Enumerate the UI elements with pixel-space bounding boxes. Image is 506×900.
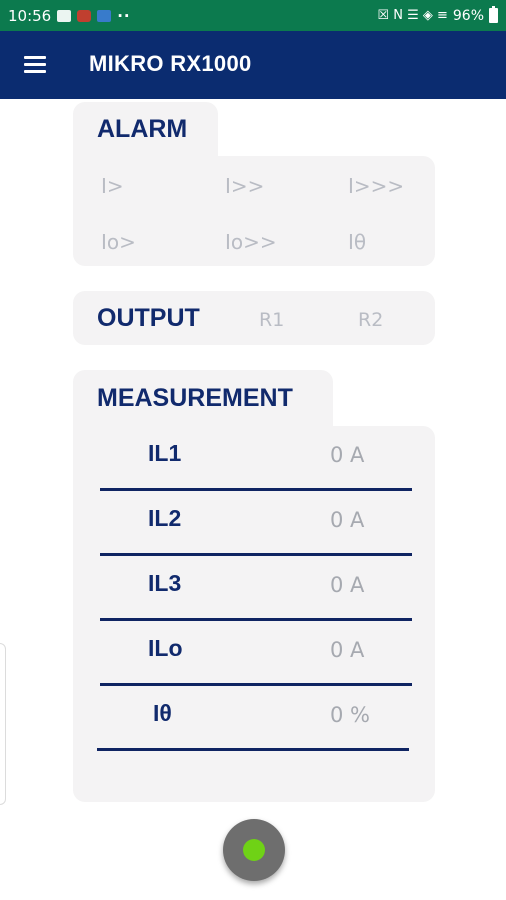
measurement-name: IL2: [148, 505, 182, 531]
status-bar: 10:56 ·· ☒ N ☰ ◈ ≡ 96%: [0, 0, 506, 31]
connection-status-dot-icon: [243, 839, 265, 861]
camera-notification-icon: [77, 9, 92, 22]
measurement-value: 0 A: [330, 638, 365, 662]
measurement-value: 0 A: [330, 573, 365, 597]
app-title: MIKRO RX1000: [89, 51, 252, 76]
measurement-value: 0 A: [330, 443, 365, 467]
measurement-section-title: MEASUREMENT: [73, 370, 333, 426]
measurement-name: IL1: [148, 440, 182, 466]
measurement-row-ilo: ILo 0 A: [73, 621, 435, 686]
battery-icon: [489, 6, 498, 23]
measurement-value: 0 A: [330, 508, 365, 532]
status-time: 10:56: [8, 6, 52, 25]
measurement-title-text: MEASUREMENT: [97, 383, 293, 412]
output-card: OUTPUT R1 R2: [73, 291, 435, 345]
system-status-icons: ☒ N ☰ ◈ ≡: [377, 8, 448, 23]
measurement-name: ILo: [148, 635, 183, 661]
measurement-card: IL1 0 A IL2 0 A IL3 0 A ILo 0 A Iθ 0 %: [73, 426, 435, 802]
alarm-overcurrent-stage3: I>>>: [348, 174, 405, 198]
measurement-row-il3: IL3 0 A: [73, 556, 435, 621]
connection-status-button[interactable]: [223, 819, 285, 881]
battery-percent: 96%: [452, 7, 484, 24]
more-notifications-icon: ··: [117, 6, 131, 25]
measurement-row-il2: IL2 0 A: [73, 491, 435, 556]
measurement-row-itheta: Iθ 0 %: [73, 686, 435, 751]
relay-r1: R1: [259, 309, 285, 331]
alarm-section-title: ALARM: [73, 102, 218, 156]
measurement-name: IL3: [148, 570, 182, 596]
alarm-card: I> I>> I>>> Io> Io>> Iθ: [73, 156, 435, 266]
drawer-edge-handle[interactable]: [0, 643, 6, 805]
alarm-earth-fault-stage2: Io>>: [225, 230, 277, 254]
app-bar: MIKRO RX1000: [0, 31, 506, 99]
hamburger-menu-icon[interactable]: [24, 56, 46, 73]
alarm-overcurrent-stage1: I>: [101, 174, 124, 198]
row-divider: [97, 748, 409, 751]
alarm-earth-fault-stage1: Io>: [101, 230, 136, 254]
alarm-overcurrent-stage2: I>>: [225, 174, 265, 198]
gallery-notification-icon: [57, 9, 72, 22]
output-title: OUTPUT: [97, 304, 200, 332]
alarm-thermal: Iθ: [348, 230, 367, 254]
app-notification-icon: [97, 9, 112, 22]
measurement-row-il1: IL1 0 A: [73, 426, 435, 491]
measurement-name: Iθ: [153, 700, 172, 726]
alarm-title-text: ALARM: [97, 114, 188, 143]
relay-r2: R2: [358, 309, 384, 331]
measurement-value: 0 %: [330, 703, 370, 727]
